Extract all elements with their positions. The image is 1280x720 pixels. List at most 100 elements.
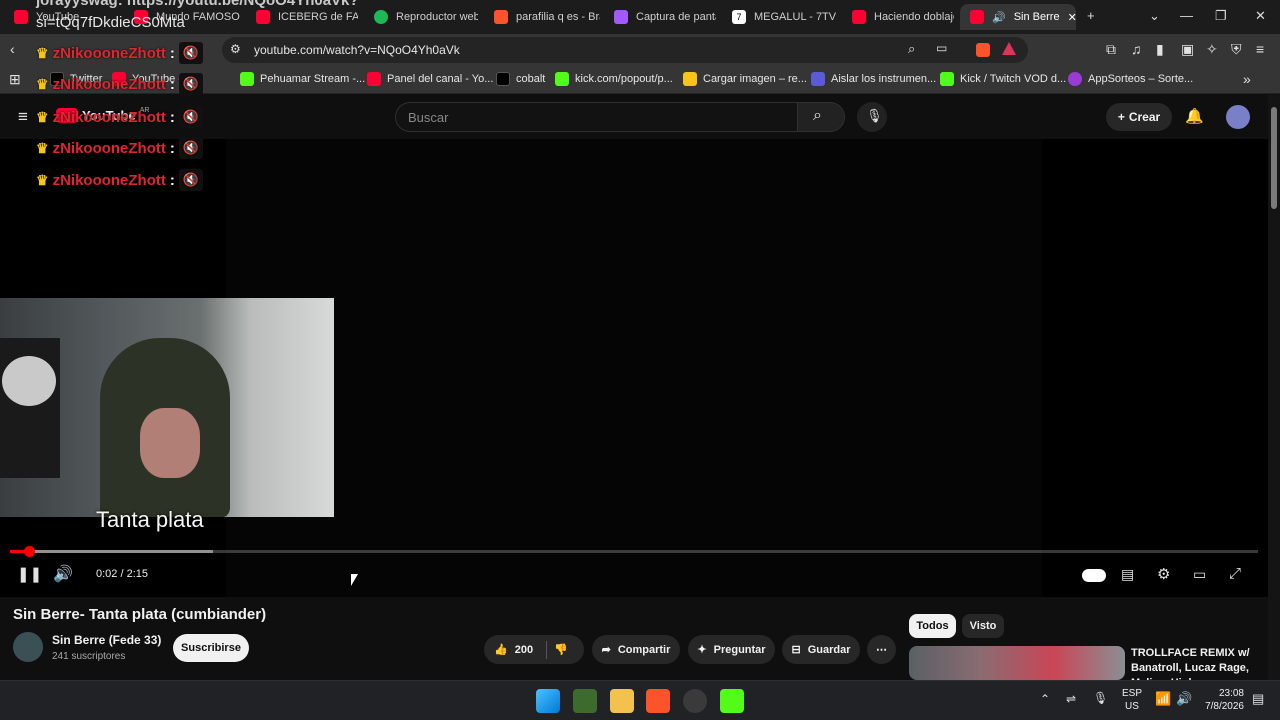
tab-4[interactable]: parafilia q es - Bra <box>484 4 600 30</box>
windows-start-icon[interactable] <box>536 689 560 713</box>
clock[interactable]: 23:08 7/8/2026 <box>1198 687 1244 713</box>
bookmark-6[interactable]: Cargar imagen – re... <box>683 72 807 86</box>
tab-6[interactable]: 7 MEGALUL - 7TV <box>722 4 836 30</box>
ask-button[interactable]: ✦ Preguntar <box>688 635 775 664</box>
close-tab-icon[interactable]: ✕ <box>1068 11 1076 24</box>
tab-list-icon[interactable]: ⌄ <box>1149 8 1160 24</box>
pause-icon[interactable]: ❚❚ <box>17 565 42 583</box>
chip-all[interactable]: Todos <box>909 614 956 638</box>
brave-icon[interactable] <box>646 689 670 713</box>
bell-icon[interactable]: 🔔 <box>1185 107 1204 125</box>
settings-gear-icon[interactable]: ⚙ <box>1157 565 1170 583</box>
maximize-icon[interactable]: ❐ <box>1215 8 1227 24</box>
channel-avatar[interactable] <box>13 632 43 662</box>
webcam-overlay <box>0 298 334 517</box>
microphone-tray-icon[interactable]: 🎙 <box>1093 691 1108 705</box>
tab-7[interactable]: Haciendo doblaje <box>842 4 954 30</box>
plus-icon: + <box>1117 110 1125 124</box>
bookmark-5[interactable]: kick.com/popout/p... <box>555 72 673 86</box>
bookmark-3[interactable]: Panel del canal - Yo... <box>367 72 493 86</box>
music-icon[interactable]: ♫ <box>1131 41 1142 57</box>
brave-shields-icon[interactable] <box>976 43 990 57</box>
address-bar[interactable]: ⚙ youtube.com/watch?v=NQoO4Yh0aVk ⌕ ▭ <box>222 37 1028 63</box>
volume-icon[interactable]: 🔊 <box>53 564 73 584</box>
bookmark-4[interactable]: cobalt <box>496 72 545 86</box>
crown-icon: ♛ <box>36 139 49 156</box>
page-scrollbar[interactable] <box>1268 95 1280 680</box>
share-icon: ➦ <box>601 644 611 656</box>
save-button[interactable]: ⊟ Guardar <box>782 635 860 664</box>
chevron-up-icon[interactable]: ⌃ <box>1040 692 1050 706</box>
vpn-icon[interactable]: ⛨ <box>1231 41 1242 58</box>
voice-search-button[interactable]: 🎙 <box>857 102 887 132</box>
overlay-message-cont: si=tQq7fDkdieCS0Mta <box>36 14 185 31</box>
wallet-icon[interactable]: ▣ <box>1181 41 1194 58</box>
kick-icon[interactable] <box>720 689 744 713</box>
tab-3[interactable]: Reproductor web <box>364 4 478 30</box>
video-frame[interactable] <box>226 139 1042 597</box>
volume-tray-icon[interactable]: 🔊 <box>1176 691 1192 707</box>
search-input[interactable]: Buscar <box>395 102 798 132</box>
video-title: Sin Berre- Tanta plata (cumbiander) <box>13 606 267 623</box>
bookmark-8[interactable]: Kick / Twitch VOD d... <box>940 72 1066 86</box>
rewards-icon[interactable] <box>1002 42 1016 55</box>
recommendation-title[interactable]: TROLLFACE REMIX w/ Banatroll, Lucaz Rage… <box>1131 646 1266 680</box>
avatar[interactable] <box>1226 105 1250 129</box>
back-icon[interactable]: ‹ <box>10 41 15 57</box>
network-tray-icon[interactable]: ⇌ <box>1066 692 1076 706</box>
chip-watched[interactable]: Visto <box>962 614 1004 638</box>
more-actions-button[interactable]: ⋯ <box>867 635 896 664</box>
bookmark-label: AppSorteos – Sorte... <box>1088 73 1194 85</box>
progress-bar[interactable] <box>10 546 1258 557</box>
fullscreen-icon[interactable]: ⤢ <box>1229 565 1241 582</box>
vocal-remover-icon <box>811 72 825 86</box>
miniplayer-icon[interactable]: ▭ <box>1193 566 1206 583</box>
bookmark-9[interactable]: AppSorteos – Sorte... <box>1068 72 1193 86</box>
video-player[interactable]: Tanta plata ❚❚ 🔊 0:02 / 2:15 ▤ ⚙ ▭ ⤢ <box>0 139 1268 597</box>
game-app-icon[interactable] <box>573 689 597 713</box>
minimize-icon[interactable]: — <box>1180 8 1193 23</box>
notification-icon[interactable]: ▤ <box>1252 691 1264 707</box>
site-info-icon[interactable]: ⚙ <box>230 42 241 56</box>
new-tab-icon[interactable]: + <box>1087 8 1095 23</box>
close-window-icon[interactable]: ✕ <box>1255 8 1266 24</box>
divider <box>546 640 548 659</box>
create-button[interactable]: + Crear <box>1106 103 1172 131</box>
more-bookmarks-icon[interactable]: » <box>1243 71 1251 87</box>
thumbs-up-icon[interactable]: 👍 <box>494 643 508 656</box>
scrollbar-thumb[interactable] <box>1271 107 1277 209</box>
tab-active[interactable]: 🔊 Sin Berre ✕ <box>960 4 1076 30</box>
bookmark-7[interactable]: Aislar los instrumen... <box>811 72 936 86</box>
cast-icon[interactable]: ▭ <box>936 41 947 55</box>
share-button[interactable]: ➦ Compartir <box>592 635 680 664</box>
subscribe-button[interactable]: Suscribirse <box>173 634 249 662</box>
folder-icon[interactable] <box>610 689 634 713</box>
autoplay-toggle[interactable] <box>1082 569 1106 582</box>
wifi-icon[interactable]: 📶 <box>1155 691 1171 707</box>
bookmark-label: Pehuamar Stream -... <box>260 73 366 85</box>
menu-icon[interactable]: ≡ <box>1256 41 1264 57</box>
crown-icon: ♛ <box>36 171 49 188</box>
search-button[interactable]: ⌕ <box>797 102 845 132</box>
sidebar-icon[interactable]: ▮ <box>1156 41 1164 58</box>
hamburger-icon[interactable]: ≡ <box>18 107 28 127</box>
thumbs-down-icon[interactable]: 👎 <box>554 643 568 656</box>
like-count[interactable]: 200 <box>515 644 533 656</box>
tab-5[interactable]: Captura de panta <box>604 4 716 30</box>
scrubber-handle[interactable] <box>23 546 35 557</box>
obs-icon[interactable] <box>683 689 707 713</box>
recommendation-thumbnail[interactable] <box>909 646 1125 680</box>
leo-icon[interactable]: ✧ <box>1206 41 1218 58</box>
tab-label: Haciendo doblaje <box>874 11 954 23</box>
extensions-icon[interactable]: ⧉ <box>1106 41 1116 58</box>
ask-label: Preguntar <box>713 643 766 656</box>
language-indicator[interactable]: ESP US <box>1122 687 1142 713</box>
channel-name[interactable]: Sin Berre (Fede 33) <box>52 633 161 647</box>
buffered-bar <box>10 550 214 553</box>
subtitles-icon[interactable]: ▤ <box>1121 566 1134 583</box>
url-text: youtube.com/watch?v=NQoO4Yh0aVk <box>254 43 460 57</box>
bookmark-label: Panel del canal - Yo... <box>387 73 494 85</box>
bookmark-2[interactable]: Pehuamar Stream -... <box>240 72 365 86</box>
apps-icon[interactable]: ⊞ <box>9 71 21 88</box>
zoom-icon[interactable]: ⌕ <box>908 41 915 57</box>
